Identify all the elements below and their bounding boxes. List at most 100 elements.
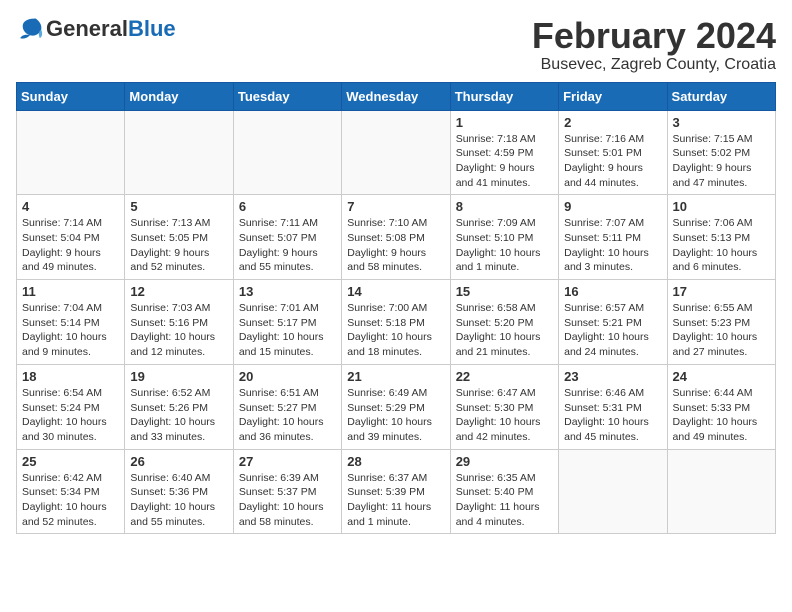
calendar-day-cell: 5Sunrise: 7:13 AMSunset: 5:05 PMDaylight…: [125, 195, 233, 280]
day-info: Sunrise: 6:57 AMSunset: 5:21 PMDaylight:…: [564, 301, 661, 360]
calendar-day-cell: 22Sunrise: 6:47 AMSunset: 5:30 PMDayligh…: [450, 364, 558, 449]
calendar-day-cell: 12 Sunrise: 7:03 AMSunset: 5:16 PMDayligh…: [125, 280, 233, 365]
calendar-day-cell: 29Sunrise: 6:35 AMSunset: 5:40 PMDayligh…: [450, 449, 558, 534]
day-info: Sunrise: 7:10 AMSunset: 5:08 PMDaylight:…: [347, 216, 444, 275]
calendar-day-cell: [342, 110, 450, 195]
day-number: 19: [130, 369, 227, 384]
weekday-header-monday: Monday: [125, 82, 233, 110]
calendar-day-cell: 1 Sunrise: 7:18 AMSunset: 4:59 PMDaylight…: [450, 110, 558, 195]
calendar-day-cell: 20Sunrise: 6:51 AMSunset: 5:27 PMDayligh…: [233, 364, 341, 449]
day-info: Sunrise: 7:07 AMSunset: 5:11 PMDaylight:…: [564, 216, 661, 275]
day-number: 9: [564, 199, 661, 214]
calendar-day-cell: 26 Sunrise: 6:40 AMSunset: 5:36 PMDayligh…: [125, 449, 233, 534]
weekday-header-wednesday: Wednesday: [342, 82, 450, 110]
day-info: Sunrise: 7:06 AMSunset: 5:13 PMDaylight:…: [673, 216, 770, 275]
day-info: Sunrise: 7:16 AMSunset: 5:01 PMDaylight:…: [564, 132, 661, 191]
calendar-day-cell: [667, 449, 775, 534]
logo-general: General: [46, 16, 128, 41]
calendar-week-row: 1 Sunrise: 7:18 AMSunset: 4:59 PMDaylight…: [17, 110, 776, 195]
day-info: Sunrise: 6:52 AMSunset: 5:26 PMDaylight:…: [130, 386, 227, 445]
day-number: 27: [239, 454, 336, 469]
day-number: 2: [564, 115, 661, 130]
day-number: 13: [239, 284, 336, 299]
day-number: 21: [347, 369, 444, 384]
day-info: Sunrise: 7:11 AMSunset: 5:07 PMDaylight:…: [239, 216, 336, 275]
day-info: Sunrise: 7:09 AMSunset: 5:10 PMDaylight:…: [456, 216, 553, 275]
logo-bird-icon: [16, 17, 44, 41]
calendar-day-cell: 16 Sunrise: 6:57 AMSunset: 5:21 PMDayligh…: [559, 280, 667, 365]
location-subtitle: Busevec, Zagreb County, Croatia: [532, 56, 776, 74]
day-info: Sunrise: 6:35 AMSunset: 5:40 PMDaylight:…: [456, 471, 553, 530]
day-info: Sunrise: 6:54 AMSunset: 5:24 PMDaylight:…: [22, 386, 119, 445]
calendar-day-cell: 11 Sunrise: 7:04 AMSunset: 5:14 PMDayligh…: [17, 280, 125, 365]
day-info: Sunrise: 7:04 AMSunset: 5:14 PMDaylight:…: [22, 301, 119, 360]
day-info: Sunrise: 7:13 AMSunset: 5:05 PMDaylight:…: [130, 216, 227, 275]
calendar-day-cell: 23 Sunrise: 6:46 AMSunset: 5:31 PMDayligh…: [559, 364, 667, 449]
weekday-header-sunday: Sunday: [17, 82, 125, 110]
day-number: 11: [22, 284, 119, 299]
calendar-day-cell: 25Sunrise: 6:42 AMSunset: 5:34 PMDayligh…: [17, 449, 125, 534]
weekday-header-tuesday: Tuesday: [233, 82, 341, 110]
calendar-day-cell: 24 Sunrise: 6:44 AMSunset: 5:33 PMDayligh…: [667, 364, 775, 449]
day-number: 16: [564, 284, 661, 299]
day-number: 18: [22, 369, 119, 384]
day-number: 6: [239, 199, 336, 214]
day-info: Sunrise: 6:49 AMSunset: 5:29 PMDaylight:…: [347, 386, 444, 445]
page-header: GeneralBlue February 2024 Busevec, Zagre…: [16, 16, 776, 74]
day-number: 12: [130, 284, 227, 299]
calendar-week-row: 18 Sunrise: 6:54 AMSunset: 5:24 PMDayligh…: [17, 364, 776, 449]
day-info: Sunrise: 6:55 AMSunset: 5:23 PMDaylight:…: [673, 301, 770, 360]
calendar-day-cell: 17 Sunrise: 6:55 AMSunset: 5:23 PMDayligh…: [667, 280, 775, 365]
calendar-day-cell: 21 Sunrise: 6:49 AMSunset: 5:29 PMDayligh…: [342, 364, 450, 449]
logo-text: GeneralBlue: [46, 16, 176, 42]
day-info: Sunrise: 6:37 AMSunset: 5:39 PMDaylight:…: [347, 471, 444, 530]
calendar-day-cell: 28 Sunrise: 6:37 AMSunset: 5:39 PMDayligh…: [342, 449, 450, 534]
calendar-day-cell: 4Sunrise: 7:14 AMSunset: 5:04 PMDaylight…: [17, 195, 125, 280]
calendar-day-cell: 7 Sunrise: 7:10 AMSunset: 5:08 PMDaylight…: [342, 195, 450, 280]
day-number: 14: [347, 284, 444, 299]
day-info: Sunrise: 7:15 AMSunset: 5:02 PMDaylight:…: [673, 132, 770, 191]
logo-blue: Blue: [128, 16, 176, 41]
calendar-day-cell: 3 Sunrise: 7:15 AMSunset: 5:02 PMDaylight…: [667, 110, 775, 195]
calendar-day-cell: 13 Sunrise: 7:01 AMSunset: 5:17 PMDayligh…: [233, 280, 341, 365]
day-number: 7: [347, 199, 444, 214]
calendar-day-cell: [125, 110, 233, 195]
day-info: Sunrise: 7:00 AMSunset: 5:18 PMDaylight:…: [347, 301, 444, 360]
day-info: Sunrise: 7:03 AMSunset: 5:16 PMDaylight:…: [130, 301, 227, 360]
calendar-week-row: 4Sunrise: 7:14 AMSunset: 5:04 PMDaylight…: [17, 195, 776, 280]
calendar-day-cell: 9 Sunrise: 7:07 AMSunset: 5:11 PMDaylight…: [559, 195, 667, 280]
day-number: 17: [673, 284, 770, 299]
calendar-day-cell: 8 Sunrise: 7:09 AMSunset: 5:10 PMDaylight…: [450, 195, 558, 280]
day-number: 26: [130, 454, 227, 469]
day-number: 28: [347, 454, 444, 469]
day-number: 1: [456, 115, 553, 130]
calendar-day-cell: 15Sunrise: 6:58 AMSunset: 5:20 PMDayligh…: [450, 280, 558, 365]
day-number: 3: [673, 115, 770, 130]
day-info: Sunrise: 6:39 AMSunset: 5:37 PMDaylight:…: [239, 471, 336, 530]
month-year-title: February 2024: [532, 16, 776, 56]
calendar-table: SundayMondayTuesdayWednesdayThursdayFrid…: [16, 82, 776, 535]
calendar-day-cell: [17, 110, 125, 195]
calendar-day-cell: 6 Sunrise: 7:11 AMSunset: 5:07 PMDaylight…: [233, 195, 341, 280]
day-info: Sunrise: 6:58 AMSunset: 5:20 PMDaylight:…: [456, 301, 553, 360]
day-info: Sunrise: 6:40 AMSunset: 5:36 PMDaylight:…: [130, 471, 227, 530]
day-number: 22: [456, 369, 553, 384]
day-info: Sunrise: 6:46 AMSunset: 5:31 PMDaylight:…: [564, 386, 661, 445]
day-number: 24: [673, 369, 770, 384]
day-info: Sunrise: 7:14 AMSunset: 5:04 PMDaylight:…: [22, 216, 119, 275]
day-info: Sunrise: 7:01 AMSunset: 5:17 PMDaylight:…: [239, 301, 336, 360]
calendar-week-row: 25Sunrise: 6:42 AMSunset: 5:34 PMDayligh…: [17, 449, 776, 534]
weekday-header-saturday: Saturday: [667, 82, 775, 110]
calendar-day-cell: 19 Sunrise: 6:52 AMSunset: 5:26 PMDayligh…: [125, 364, 233, 449]
day-number: 10: [673, 199, 770, 214]
day-number: 23: [564, 369, 661, 384]
day-number: 20: [239, 369, 336, 384]
calendar-day-cell: 10 Sunrise: 7:06 AMSunset: 5:13 PMDayligh…: [667, 195, 775, 280]
weekday-header-friday: Friday: [559, 82, 667, 110]
day-number: 8: [456, 199, 553, 214]
weekday-header-row: SundayMondayTuesdayWednesdayThursdayFrid…: [17, 82, 776, 110]
calendar-day-cell: [559, 449, 667, 534]
day-info: Sunrise: 7:18 AMSunset: 4:59 PMDaylight:…: [456, 132, 553, 191]
day-info: Sunrise: 6:44 AMSunset: 5:33 PMDaylight:…: [673, 386, 770, 445]
calendar-day-cell: 14 Sunrise: 7:00 AMSunset: 5:18 PMDayligh…: [342, 280, 450, 365]
